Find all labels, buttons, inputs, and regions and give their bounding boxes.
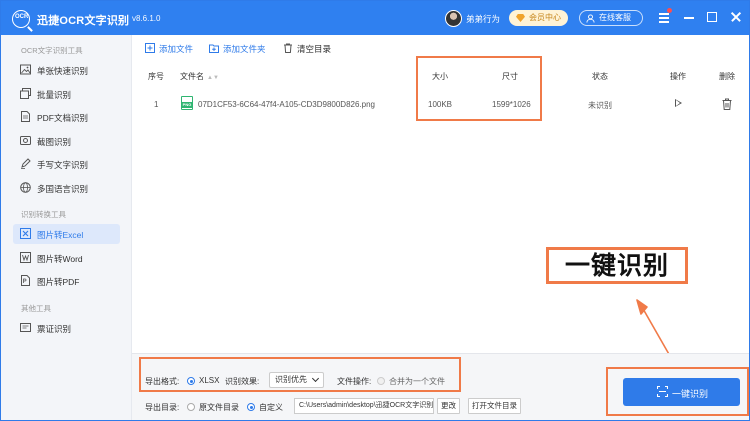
column-header-action: 操作: [670, 72, 686, 81]
sidebar-item-single-recognition[interactable]: 单张快速识别: [13, 60, 120, 80]
original-dir-label[interactable]: 原文件目录: [199, 402, 239, 413]
add-file-label: 添加文件: [159, 44, 194, 54]
sidebar-section-conversion-tools: 识别转换工具: [21, 210, 66, 219]
pen-icon: [21, 158, 31, 169]
image-icon: [20, 64, 31, 75]
add-folder-label: 添加文件夹: [223, 44, 266, 54]
start-recognition-label: 一键识别: [672, 389, 709, 399]
sidebar-item-label: PDF文档识别: [37, 113, 89, 123]
annotation-label: 一键识别: [564, 251, 669, 280]
delete-icon[interactable]: [722, 98, 732, 110]
online-service-button[interactable]: 在线客服: [579, 10, 643, 26]
open-dir-button[interactable]: 打开文件目录: [468, 398, 521, 414]
custom-dir-label[interactable]: 自定义: [259, 402, 283, 413]
sidebar-item-multilanguage-recognition[interactable]: 多国语言识别: [13, 178, 120, 198]
row-filename: 07D1CF53-6C64-47f4-A105-CD3D9800D826.png: [198, 100, 375, 109]
png-file-icon: PNG: [181, 96, 193, 110]
sidebar-item-image-to-excel[interactable]: 图片转Excel: [13, 224, 120, 244]
word-icon: [20, 252, 31, 263]
clear-list-button[interactable]: 清空目录: [283, 42, 343, 56]
screenshot-icon: [20, 136, 31, 145]
app-version: v8.6.1.0: [132, 14, 161, 23]
sidebar-item-ticket-recognition[interactable]: 票证识别: [13, 318, 120, 338]
vip-center-button[interactable]: 会员中心: [509, 10, 568, 26]
column-header-filename[interactable]: 文件名 ▲▼: [180, 71, 219, 82]
sidebar-item-label: 单张快速识别: [37, 66, 89, 76]
sidebar-item-label: 票证识别: [37, 324, 72, 334]
sidebar-item-image-to-word[interactable]: 图片转Word: [13, 248, 120, 268]
original-dir-radio[interactable]: [187, 403, 195, 411]
file-type-label: PNG: [181, 102, 193, 108]
sidebar-item-label: 图片转Excel: [37, 230, 84, 240]
highlight-box-export-options: [139, 357, 461, 392]
row-index: 1: [154, 100, 159, 109]
row-status: 未识别: [588, 101, 612, 110]
pdf-icon: [21, 275, 30, 286]
sidebar-item-label: 图片转PDF: [37, 277, 80, 287]
column-header-delete: 删除: [719, 72, 735, 81]
batch-icon: [20, 88, 31, 99]
vip-center-label: 会员中心: [529, 13, 561, 22]
online-service-label: 在线客服: [599, 13, 631, 22]
diamond-icon: [516, 14, 525, 22]
title-bar: OCR 迅捷OCR文字识别 v8.6.1.0 弟弟行为 会员中心 在线客服: [1, 1, 749, 35]
add-folder-button[interactable]: 添加文件夹: [209, 42, 279, 56]
minimize-icon[interactable]: [682, 10, 696, 24]
user-icon: [586, 14, 595, 23]
ticket-icon: [20, 323, 31, 332]
custom-dir-radio[interactable]: [247, 403, 255, 411]
sidebar-item-label: 多国语言识别: [37, 184, 89, 194]
add-file-button[interactable]: 添加文件: [145, 42, 205, 56]
add-folder-icon: [209, 44, 219, 53]
column-header-filename-label: 文件名: [180, 72, 204, 81]
add-file-icon: [145, 43, 155, 53]
change-dir-button[interactable]: 更改: [437, 398, 460, 414]
sidebar-item-label: 手写文字识别: [37, 160, 89, 170]
trash-icon: [284, 43, 292, 53]
sidebar-item-batch-recognition[interactable]: 批量识别: [13, 84, 120, 104]
sidebar-section-ocr-tools: OCR文字识别工具: [21, 46, 83, 55]
annotation-label-box: 一键识别: [546, 247, 688, 284]
excel-icon: [20, 228, 31, 239]
maximize-icon[interactable]: [705, 10, 719, 24]
sidebar-item-label: 批量识别: [37, 90, 72, 100]
sort-icon: ▲▼: [207, 75, 219, 81]
output-dir-label: 导出目录:: [145, 403, 180, 412]
sidebar-item-label: 截图识别: [37, 137, 72, 147]
app-window: OCR 迅捷OCR文字识别 v8.6.1.0 弟弟行为 会员中心 在线客服 OC…: [0, 0, 750, 421]
sidebar-item-handwriting-recognition[interactable]: 手写文字识别: [13, 154, 120, 174]
pdf-doc-icon: [21, 111, 30, 122]
sidebar-item-label: 图片转Word: [37, 254, 83, 264]
output-path-input[interactable]: C:\Users\admin\desktop\迅捷OCR文字识别: [294, 398, 434, 414]
column-header-status: 状态: [592, 72, 608, 81]
sidebar-section-other-tools: 其他工具: [21, 304, 51, 313]
sidebar-item-pdf-recognition[interactable]: PDF文档识别: [13, 107, 120, 127]
close-icon[interactable]: [729, 10, 743, 24]
notification-dot: [667, 8, 672, 13]
sidebar-item-screenshot-recognition[interactable]: 截图识别: [13, 131, 120, 151]
globe-icon: [20, 182, 31, 193]
start-recognition-button[interactable]: 一键识别: [623, 378, 740, 406]
app-title: 迅捷OCR文字识别: [37, 15, 130, 27]
scan-icon: [657, 386, 668, 397]
sidebar: OCR文字识别工具 单张快速识别 批量识别 PDF文档识别 截图识别 手写文字识…: [1, 35, 132, 420]
highlight-box-size-dimensions: [416, 56, 542, 121]
column-header-index: 序号: [148, 72, 164, 81]
sidebar-item-image-to-pdf[interactable]: 图片转PDF: [13, 271, 120, 291]
play-icon[interactable]: [675, 99, 682, 107]
username[interactable]: 弟弟行为: [466, 13, 500, 25]
logo-text: OCR: [15, 14, 29, 20]
clear-list-label: 清空目录: [297, 44, 332, 54]
ocr-logo-icon: OCR: [12, 10, 30, 28]
avatar[interactable]: [445, 10, 462, 27]
